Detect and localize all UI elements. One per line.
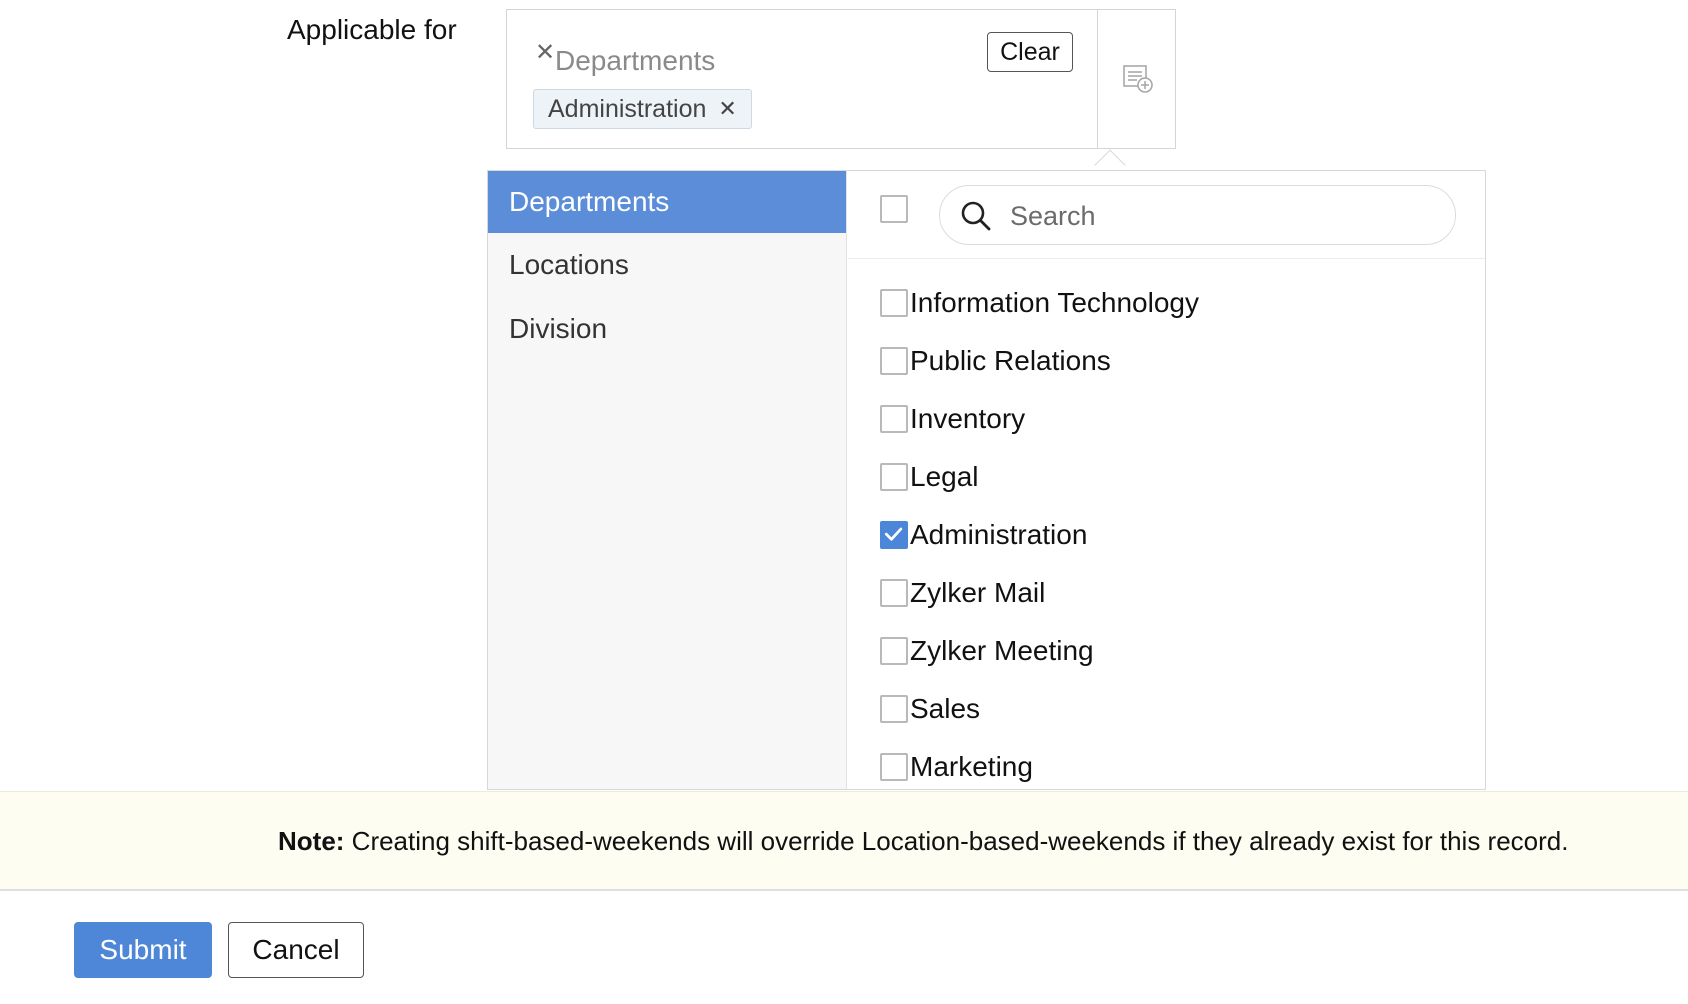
- note-banner: Note: Creating shift-based-weekends will…: [0, 791, 1688, 891]
- option-label: Information Technology: [910, 287, 1199, 318]
- option-legal[interactable]: Legal: [848, 449, 1448, 507]
- option-checkbox[interactable]: [880, 695, 908, 723]
- category-division[interactable]: Division: [488, 297, 846, 361]
- select-all-checkbox[interactable]: [880, 195, 908, 223]
- options-pane: Information Technology Public Relations …: [848, 171, 1485, 789]
- option-label: Zylker Mail: [910, 577, 1046, 608]
- option-checkbox-checked[interactable]: [880, 521, 908, 549]
- option-label: Marketing: [910, 751, 1033, 782]
- checkmark-icon: [884, 527, 903, 541]
- applicable-for-selector[interactable]: ✕ Departments Clear Administration ✕: [506, 9, 1176, 149]
- selected-chip: Administration ✕: [533, 89, 752, 129]
- option-checkbox[interactable]: [880, 405, 908, 433]
- search-row: [848, 171, 1485, 259]
- search-input[interactable]: [1010, 194, 1430, 238]
- option-checkbox[interactable]: [880, 579, 908, 607]
- department-dropdown: Departments Locations Division Informati…: [487, 170, 1486, 790]
- option-label: Legal: [910, 461, 979, 492]
- note-prefix: Note:: [278, 826, 345, 856]
- option-checkbox[interactable]: [880, 637, 908, 665]
- selected-chip-label: Administration: [548, 94, 707, 123]
- remove-chip-icon[interactable]: ✕: [718, 98, 736, 120]
- option-marketing[interactable]: Marketing: [848, 739, 1448, 797]
- option-label: Administration: [910, 519, 1088, 550]
- search-box[interactable]: [939, 185, 1456, 245]
- category-departments[interactable]: Departments: [488, 171, 846, 233]
- option-label: Zylker Meeting: [910, 635, 1094, 666]
- note-message: Creating shift-based-weekends will overr…: [344, 826, 1569, 856]
- option-zylker-mail[interactable]: Zylker Mail: [848, 565, 1448, 623]
- category-list: Departments Locations Division: [488, 171, 847, 789]
- note-text: Note: Creating shift-based-weekends will…: [278, 826, 1568, 857]
- remove-group-icon[interactable]: ✕: [535, 38, 555, 67]
- applicable-for-label: Applicable for: [287, 14, 457, 45]
- option-label: Inventory: [910, 403, 1026, 434]
- option-zylker-meeting[interactable]: Zylker Meeting: [848, 623, 1448, 681]
- option-checkbox[interactable]: [880, 347, 908, 375]
- cancel-button[interactable]: Cancel: [228, 922, 364, 978]
- selected-chip-area: ✕ Departments Clear Administration ✕: [507, 10, 1098, 148]
- option-public-relations[interactable]: Public Relations: [848, 333, 1448, 391]
- option-checkbox[interactable]: [880, 289, 908, 317]
- option-label: Public Relations: [910, 345, 1111, 376]
- divider: [1097, 10, 1098, 148]
- clear-button[interactable]: Clear: [987, 32, 1073, 72]
- category-locations[interactable]: Locations: [488, 233, 846, 297]
- option-inventory[interactable]: Inventory: [848, 391, 1448, 449]
- option-label: Sales: [910, 693, 981, 724]
- option-checkbox[interactable]: [880, 463, 908, 491]
- group-name: Departments: [555, 45, 716, 76]
- add-list-icon[interactable]: [1121, 62, 1155, 96]
- submit-button[interactable]: Submit: [74, 922, 212, 978]
- option-administration[interactable]: Administration: [848, 507, 1448, 565]
- option-checkbox[interactable]: [880, 753, 908, 781]
- option-sales[interactable]: Sales: [848, 681, 1448, 739]
- option-information-technology[interactable]: Information Technology: [848, 275, 1448, 333]
- search-icon: [961, 201, 991, 231]
